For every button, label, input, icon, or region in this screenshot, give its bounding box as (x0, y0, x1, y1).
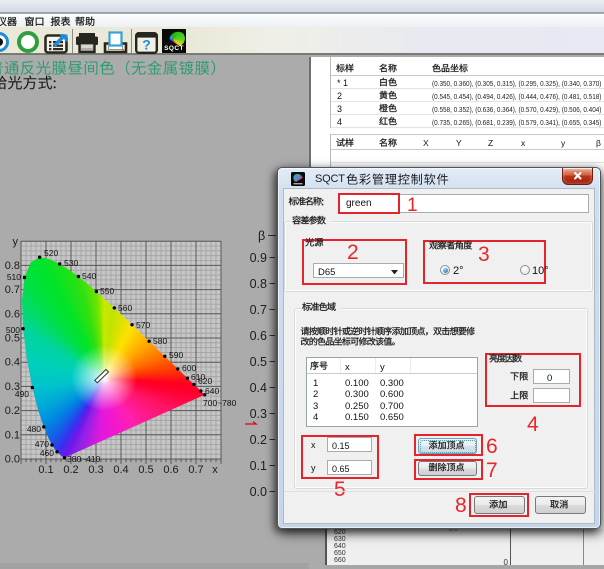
svg-text:540: 540 (82, 271, 96, 281)
svg-text:580: 580 (153, 336, 167, 346)
svg-text:550: 550 (100, 286, 114, 296)
svg-text:460: 460 (40, 448, 54, 458)
svg-text:520: 520 (44, 248, 58, 258)
svg-text:590: 590 (169, 350, 183, 360)
svg-text:500: 500 (6, 325, 20, 335)
svg-text:480: 480 (27, 424, 41, 434)
svg-text:530: 530 (64, 258, 78, 268)
svg-text:380~410: 380~410 (67, 454, 101, 464)
svg-text:620: 620 (198, 376, 212, 386)
svg-text:490: 490 (15, 389, 29, 399)
svg-text:560: 560 (118, 303, 132, 313)
svg-text:510: 510 (7, 272, 21, 282)
svg-text:700~780: 700~780 (203, 398, 237, 408)
svg-text:640: 640 (205, 386, 219, 396)
svg-text:570: 570 (136, 320, 150, 330)
